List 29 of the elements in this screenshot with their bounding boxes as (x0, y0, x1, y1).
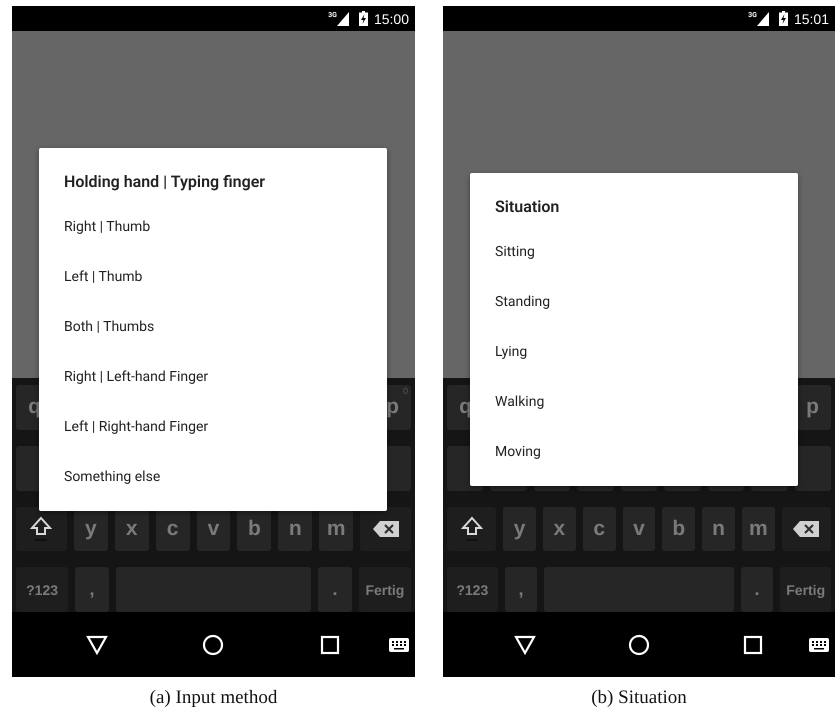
keyboard-key[interactable]: x (543, 506, 576, 552)
keyboard-key[interactable]: . (740, 567, 774, 612)
done-key[interactable]: Fertig (358, 567, 411, 612)
clock: 15:00 (374, 10, 409, 26)
keyboard-key[interactable]: m (742, 506, 775, 552)
dialog-option[interactable]: Sitting (470, 227, 798, 277)
dialog-option[interactable]: Standing (470, 277, 798, 327)
keyboard-key[interactable]: v (622, 506, 656, 552)
dialog-option[interactable]: Moving (470, 427, 798, 477)
keyboard-key[interactable]: , (504, 567, 538, 612)
dialog-option[interactable]: Lying (470, 327, 798, 377)
keyboard-key[interactable]: b (662, 506, 696, 552)
keyboard-key[interactable]: y (503, 506, 536, 552)
dialog-option[interactable]: Both | Thumbs (39, 302, 387, 352)
symbols-key[interactable]: ?123 (447, 567, 498, 612)
clock: 15:01 (794, 10, 829, 26)
dialog-option[interactable]: Right | Thumb (39, 202, 387, 252)
dialog-title: Holding hand | Typing finger (64, 171, 266, 193)
done-key[interactable]: Fertig (780, 567, 831, 612)
dialog-option[interactable]: Something else (39, 452, 387, 502)
dialog-title: Situation (495, 196, 560, 218)
dialog-option[interactable]: Left | Thumb (39, 252, 387, 302)
keyboard-key[interactable]: , (75, 567, 109, 612)
keyboard-key[interactable]: . (318, 567, 352, 612)
figure-caption: (b) Situation (591, 687, 687, 709)
keyboard-key[interactable]: n (702, 506, 735, 552)
symbols-key[interactable]: ?123 (16, 567, 68, 612)
figure-caption: (a) Input method (150, 687, 278, 709)
keyboard-key[interactable]: c (582, 506, 616, 552)
